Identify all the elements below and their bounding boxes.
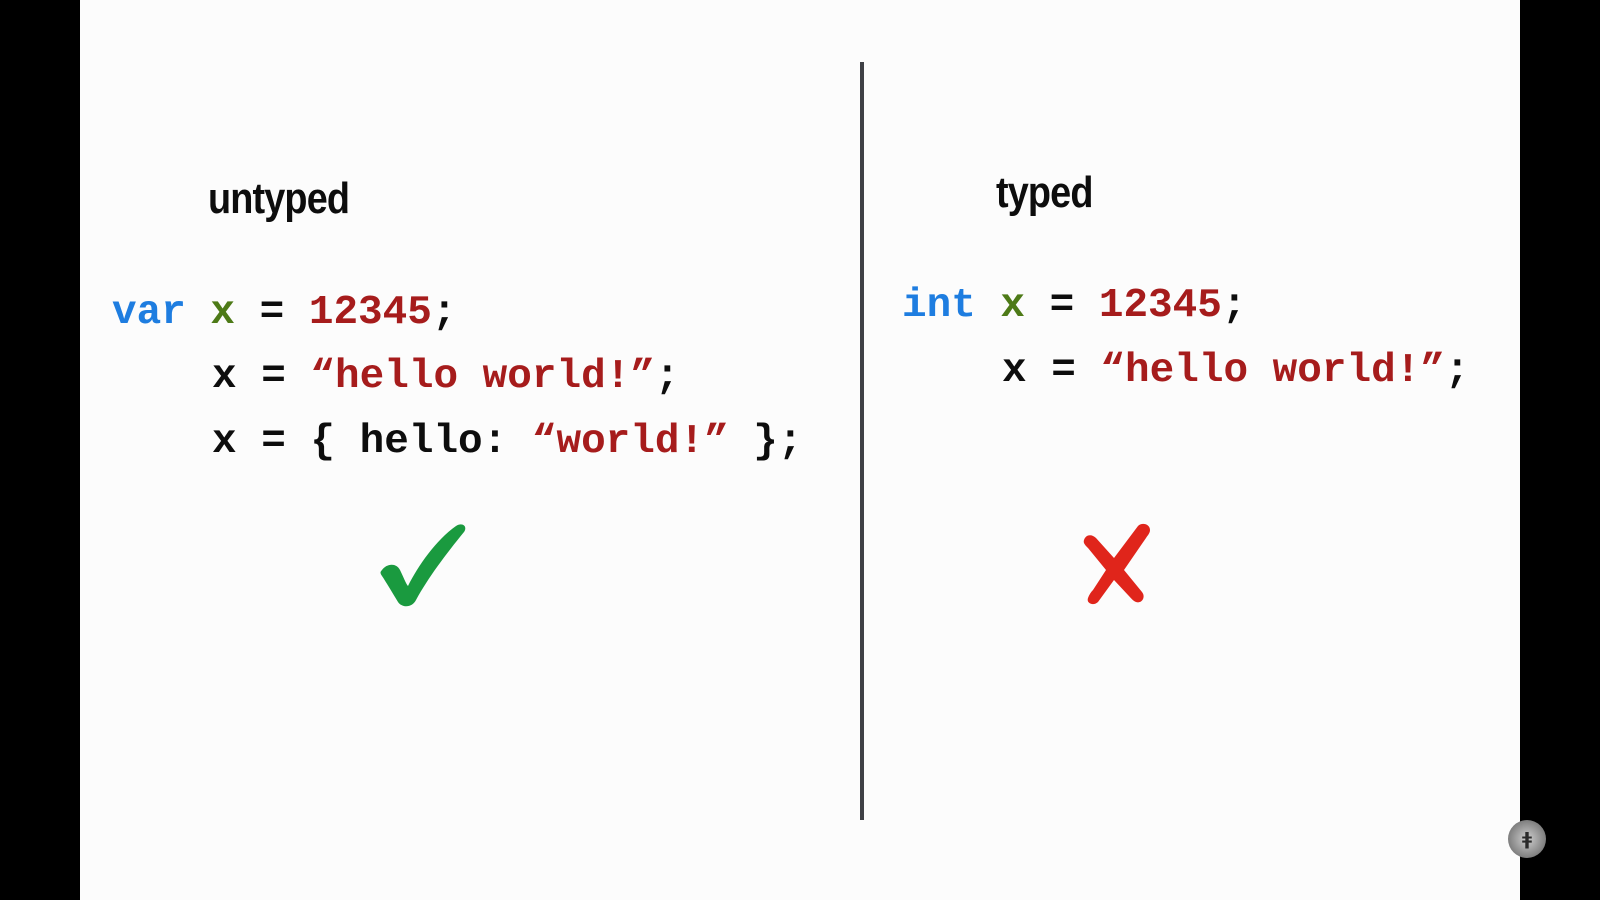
code-text: x [212,419,237,465]
typed-heading: typed [996,168,1093,217]
watermark-logo: ǂ [1508,820,1546,858]
column-divider [860,62,864,820]
code-literal: “world!” [531,419,729,465]
watermark-glyph: ǂ [1522,828,1532,850]
untyped-code-line-3: x = { hello: “world!” }; [212,418,803,466]
code-text: ; [1444,348,1470,394]
checkmark-shape [380,524,466,607]
code-text: = [1025,283,1099,329]
cross-shape [1083,523,1150,605]
untyped-heading: untyped [208,174,350,223]
letterbox-left [0,0,80,900]
code-literal: “hello world!” [310,354,655,400]
code-text: ; [1221,283,1247,329]
code-literal: “hello world!” [1100,348,1445,394]
code-text: ; [654,354,680,400]
code-text: = [235,290,309,336]
code-literal: 12345 [308,290,432,336]
code-keyword: int [902,283,976,329]
code-text: x [1002,348,1027,394]
code-keyword: var [112,290,186,336]
code-variable: x [1000,283,1026,329]
checkmark-icon [380,524,466,607]
cross-icon [1083,523,1150,605]
letterbox-right [1520,0,1600,900]
typed-code-line-2: x = “hello world!”; [1002,347,1470,395]
untyped-code-line-1: var x = 12345; [112,289,456,337]
code-text: = { hello: [236,419,532,465]
code-text: = [236,354,311,400]
code-variable: x [210,290,236,336]
code-literal: 12345 [1098,283,1222,329]
untyped-code-line-2: x = “hello world!”; [212,353,680,401]
code-text: = [1026,348,1101,394]
code-text: }; [728,419,803,465]
code-text: ; [431,290,457,336]
slide: untyped typed var x = 12345; x = “hello … [80,0,1520,900]
code-text: x [212,354,237,400]
typed-code-line-1: int x = 12345; [902,282,1246,330]
